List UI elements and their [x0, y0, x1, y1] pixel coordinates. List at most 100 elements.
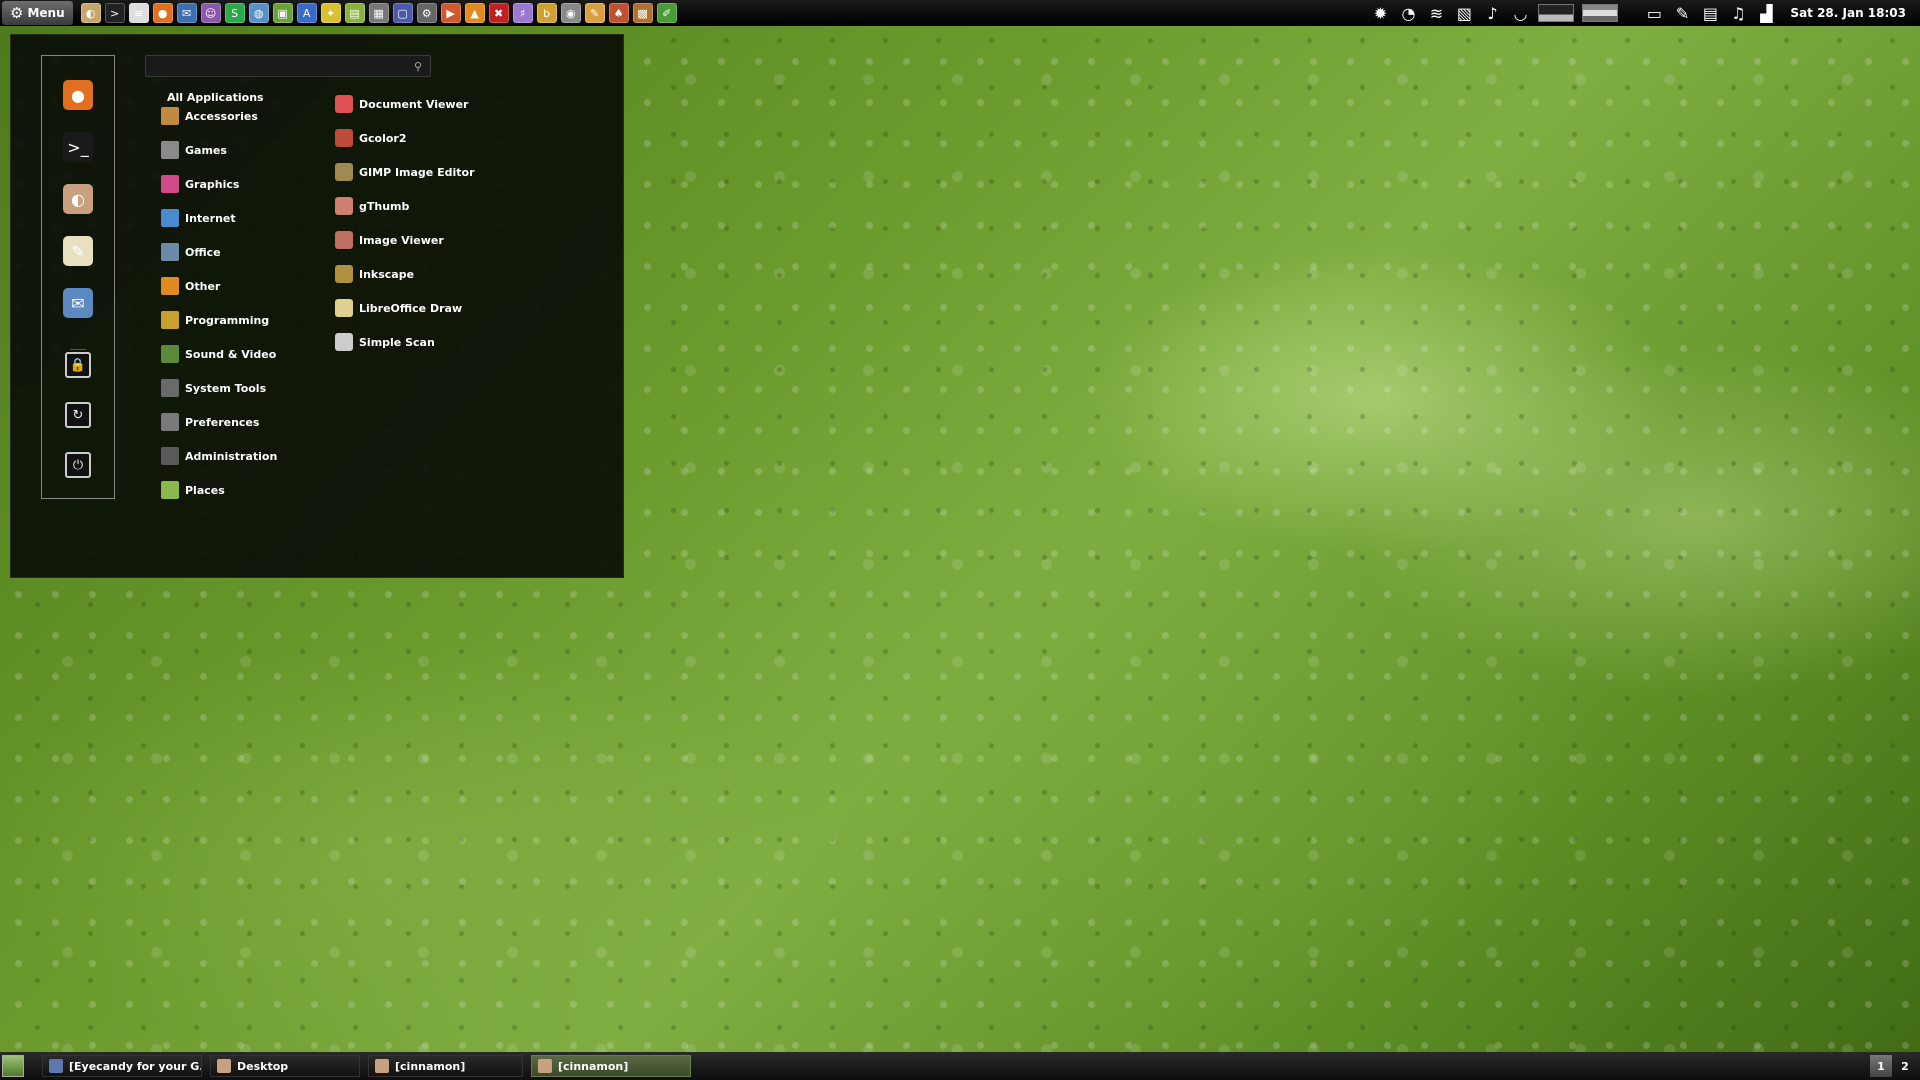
app-gthumb[interactable]: gThumb — [335, 195, 409, 217]
chat-icon[interactable]: ◍ — [248, 3, 269, 23]
archive-icon[interactable]: ▤ — [344, 3, 365, 23]
gear-tray-icon[interactable]: ✹ — [1370, 4, 1390, 23]
favorite-terminal-icon[interactable]: >_ — [63, 132, 93, 162]
menu-button[interactable]: ⚙ Menu — [2, 1, 73, 25]
app-document-viewer[interactable]: Document Viewer — [335, 93, 468, 115]
application-menu: ● >_ ◐ ✎ ✉ 🔒 ↻ ⏻ ⚲ All Applications Accessories… — [10, 34, 624, 578]
system-tray: ✹ ◔ ≋ ▧ ♪ ◡ ▭ ✎ ▤ ♫ ▟ Sat 28. Jan 18:03 — [1370, 4, 1920, 23]
cpu-graph-icon[interactable] — [1538, 4, 1575, 22]
category-internet[interactable]: Internet — [161, 207, 236, 229]
category-icon — [161, 141, 179, 159]
category-all-applications[interactable]: All Applications — [167, 91, 264, 104]
rss-tray-icon[interactable]: ≋ — [1426, 4, 1446, 23]
image-viewer-icon[interactable]: ▣ — [272, 3, 293, 23]
notes-icon[interactable]: b — [536, 3, 557, 23]
show-desktop-button[interactable] — [2, 1055, 24, 1077]
media-player-icon[interactable]: ▶ — [440, 3, 461, 23]
app-image-viewer[interactable]: Image Viewer — [335, 229, 444, 251]
favorite-thunderbird-icon[interactable]: ✉ — [63, 288, 93, 318]
category-icon — [161, 311, 179, 329]
app-label: Document Viewer — [359, 97, 469, 111]
monitor-icon[interactable]: ▢ — [392, 3, 413, 23]
app-inkscape[interactable]: Inkscape — [335, 263, 414, 285]
category-sound-video[interactable]: Sound & Video — [161, 343, 276, 365]
category-accessories[interactable]: Accessories — [161, 105, 258, 127]
music-tray-icon[interactable]: ♫ — [1728, 4, 1748, 23]
app-simple-scan[interactable]: Simple Scan — [335, 331, 435, 353]
firefox-icon[interactable]: ● — [152, 3, 173, 23]
gimp-icon[interactable]: ✎ — [584, 3, 605, 23]
cup-tray-icon[interactable]: ◡ — [1510, 4, 1530, 23]
package-icon[interactable]: ▩ — [632, 3, 653, 23]
file-manager-icon[interactable]: ◐ — [80, 3, 101, 23]
category-preferences[interactable]: Preferences — [161, 411, 259, 433]
category-office[interactable]: Office — [161, 241, 221, 263]
window-icon — [538, 1059, 552, 1073]
taskbar-button[interactable]: [cinnamon] — [531, 1055, 691, 1077]
taskbar-button[interactable]: [Eyecandy for your G... — [42, 1055, 202, 1077]
signal-tray-icon[interactable]: ▟ — [1756, 4, 1776, 23]
clipboard-tray-icon[interactable]: ▤ — [1700, 4, 1720, 23]
app-gcolor2[interactable]: Gcolor2 — [335, 127, 407, 149]
messenger-tray-icon[interactable]: ◔ — [1398, 4, 1418, 23]
category-administration[interactable]: Administration — [161, 445, 277, 467]
category-other[interactable]: Other — [161, 275, 220, 297]
keyboard-icon[interactable]: ♯ — [512, 3, 533, 23]
app-icon — [335, 299, 353, 317]
feed-tray-icon[interactable]: ▧ — [1454, 4, 1474, 23]
category-system-tools[interactable]: System Tools — [161, 377, 266, 399]
lock-icon[interactable]: 🔒 — [65, 352, 91, 378]
category-label: Preferences — [185, 415, 260, 429]
taskbar-button-label: [Eyecandy for your G... — [69, 1059, 202, 1073]
gear-icon: ⚙ — [10, 4, 24, 22]
taskbar-button-label: [cinnamon] — [558, 1059, 629, 1073]
edit-tray-icon[interactable]: ✎ — [1672, 4, 1692, 23]
memory-graph-icon[interactable] — [1582, 4, 1619, 22]
category-programming[interactable]: Programming — [161, 309, 269, 331]
search-input[interactable] — [146, 59, 414, 73]
category-graphics[interactable]: Graphics — [161, 173, 239, 195]
taskbar-button[interactable]: Desktop — [210, 1055, 360, 1077]
app-icon — [335, 95, 353, 113]
shutdown-icon[interactable]: ⏻ — [65, 452, 91, 478]
workspace-2[interactable]: 2 — [1894, 1055, 1916, 1077]
workspace-1[interactable]: 1 — [1870, 1055, 1892, 1077]
search-box[interactable]: ⚲ — [145, 55, 431, 77]
music-note-tray-icon[interactable]: ♪ — [1482, 4, 1502, 23]
thunderbird-icon[interactable]: ✉ — [176, 3, 197, 23]
window-icon — [217, 1059, 231, 1073]
calculator-icon[interactable]: ▦ — [368, 3, 389, 23]
category-label: Accessories — [185, 109, 258, 123]
text-editor-icon[interactable]: ≡ — [128, 3, 149, 23]
window-icon — [375, 1059, 389, 1073]
star-icon[interactable]: ✦ — [320, 3, 341, 23]
pen-icon[interactable]: ✐ — [656, 3, 677, 23]
app-label: LibreOffice Draw — [359, 301, 463, 315]
category-label: Games — [185, 143, 227, 157]
pidgin-icon[interactable]: ☺ — [200, 3, 221, 23]
taskbar-button[interactable]: [cinnamon] — [368, 1055, 523, 1077]
terminal-icon[interactable]: > — [104, 3, 125, 23]
category-label: Sound & Video — [185, 347, 277, 361]
window-tray-icon[interactable]: ▭ — [1644, 4, 1664, 23]
app-libreoffice-draw[interactable]: LibreOffice Draw — [335, 297, 462, 319]
video-editor-icon[interactable]: ✖ — [488, 3, 509, 23]
category-label: Graphics — [185, 177, 240, 191]
category-label: Office — [185, 245, 221, 259]
category-games[interactable]: Games — [161, 139, 227, 161]
favorite-text-editor-icon[interactable]: ✎ — [63, 236, 93, 266]
favorite-firefox-icon[interactable]: ● — [63, 80, 93, 110]
app-gimp-image-editor[interactable]: GIMP Image Editor — [335, 161, 475, 183]
game-icon[interactable]: ♠ — [608, 3, 629, 23]
clock[interactable]: Sat 28. Jan 18:03 — [1790, 6, 1906, 20]
favorite-file-manager-icon[interactable]: ◐ — [63, 184, 93, 214]
category-icon — [161, 413, 179, 431]
category-icon — [161, 481, 179, 499]
writer-icon[interactable]: A — [296, 3, 317, 23]
logout-icon[interactable]: ↻ — [65, 402, 91, 428]
skype-icon[interactable]: S — [224, 3, 245, 23]
eye-icon[interactable]: ◉ — [560, 3, 581, 23]
vlc-icon[interactable]: ▲ — [464, 3, 485, 23]
category-places[interactable]: Places — [161, 479, 225, 501]
settings-icon[interactable]: ⚙ — [416, 3, 437, 23]
